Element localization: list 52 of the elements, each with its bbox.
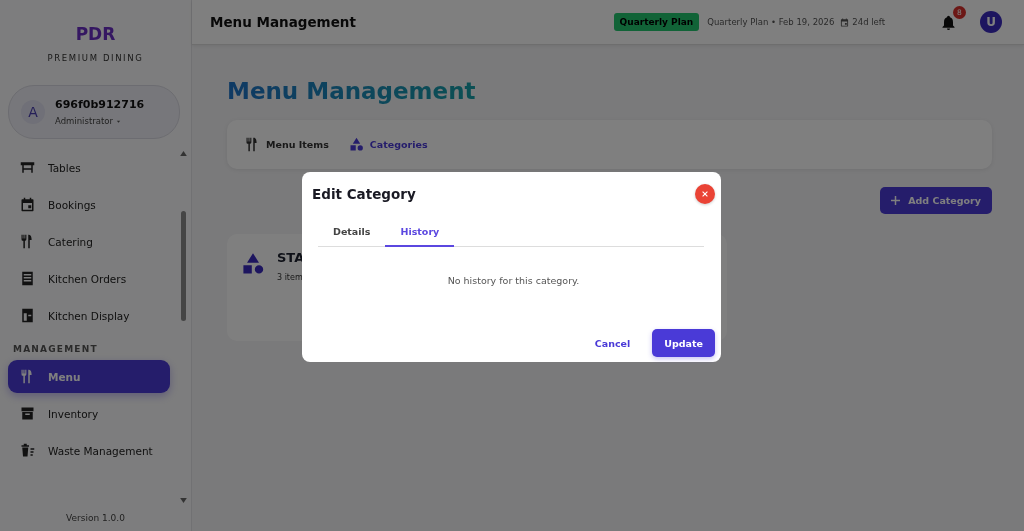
brand-subtitle: PREMIUM DINING	[47, 53, 144, 63]
user-avatar: A	[21, 100, 45, 124]
item-count: 3 item	[277, 273, 304, 282]
utensils-icon	[245, 137, 260, 152]
utensils-icon	[20, 369, 35, 384]
plus-icon	[891, 196, 901, 205]
nav-item[interactable]: Menu	[8, 360, 170, 393]
section-heading: MANAGEMENT	[13, 344, 99, 354]
scroll-up-icon	[179, 151, 187, 156]
calendar-icon	[20, 197, 35, 212]
user-card[interactable]: A 696f0b912716 Administrator	[8, 85, 180, 139]
nav-item[interactable]: Bookings	[8, 188, 170, 221]
update-button[interactable]: Update	[652, 329, 715, 357]
tab[interactable]: Details	[318, 218, 386, 247]
scrollbar-thumb[interactable]	[180, 211, 186, 321]
days-left: 24d left	[852, 17, 885, 27]
add-category-button[interactable]: Add Category	[880, 187, 992, 214]
plan-info: Quarterly Plan • Feb 19, 2026	[707, 17, 835, 27]
plan-badge: Quarterly Plan	[613, 13, 700, 31]
shapes-icon	[348, 137, 364, 152]
nav-item[interactable]: Catering	[8, 225, 170, 258]
scroll-down-icon	[179, 498, 187, 503]
close-icon	[701, 190, 709, 198]
close-button[interactable]	[695, 184, 715, 204]
bell-icon	[941, 14, 956, 30]
nav-item[interactable]: Waste Management	[8, 434, 170, 467]
page-title: Menu Management	[210, 14, 356, 30]
list-icon	[20, 271, 35, 286]
nav-item[interactable]: Inventory	[8, 397, 170, 430]
display-icon	[20, 308, 35, 323]
table-icon	[20, 160, 35, 175]
user-role: Administrator	[55, 116, 113, 126]
nav-item[interactable]: Kitchen Display	[8, 299, 170, 332]
dialog-title: Edit Category	[312, 186, 416, 202]
caret-icon	[115, 118, 121, 124]
tab[interactable]: Categories	[342, 133, 434, 156]
category-name: STA	[277, 250, 305, 265]
utensils-icon	[20, 234, 35, 249]
nav-item[interactable]: Tables	[8, 151, 170, 184]
cancel-button[interactable]: Cancel	[582, 329, 643, 357]
archive-icon	[20, 406, 35, 421]
user-avatar[interactable]: U	[980, 11, 1002, 33]
logo-text: PDR	[75, 24, 116, 44]
version-text: Version 1.0.0	[66, 512, 125, 525]
trash-icon	[20, 443, 35, 458]
calendar-icon	[840, 17, 850, 27]
user-name: 696f0b912716	[55, 98, 145, 111]
shapes-icon	[241, 252, 265, 276]
tab[interactable]: Menu Items	[239, 133, 335, 156]
empty-message: No history for this category.	[447, 275, 580, 286]
nav-item[interactable]: Kitchen Orders	[8, 262, 170, 295]
tab[interactable]: History	[385, 218, 455, 247]
